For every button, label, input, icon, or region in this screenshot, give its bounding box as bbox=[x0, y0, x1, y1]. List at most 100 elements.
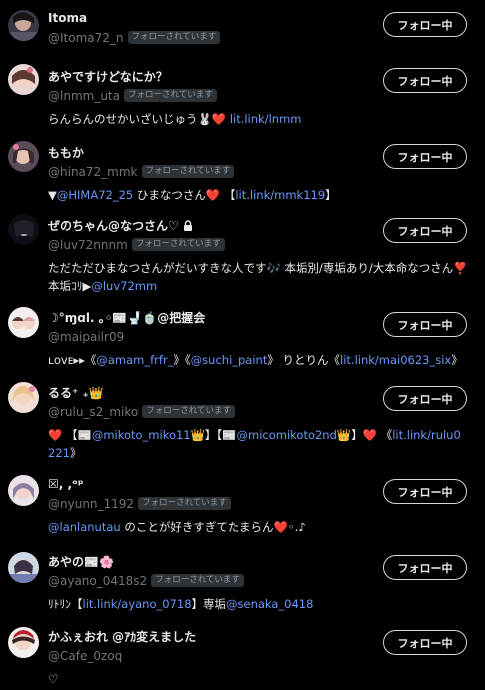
bio-link[interactable]: @mikoto_miko11 bbox=[92, 428, 191, 442]
user-name[interactable]: ☒, ,ᵒᵖ bbox=[48, 477, 84, 491]
user-handle: @nyunn_1192 bbox=[48, 496, 135, 511]
user-bio: ▼@HIMA72_25 ひまなつさん❤️ 【lit.link/mmk119】 bbox=[48, 186, 468, 204]
emoji-icon: ❣️ bbox=[453, 261, 468, 275]
bio-text: 】専垢 bbox=[191, 597, 227, 611]
bio-text: ひまなつさん bbox=[133, 188, 206, 202]
bio-link[interactable]: @senaka_0418 bbox=[226, 597, 313, 611]
bio-link[interactable]: @lanlanutau bbox=[48, 520, 121, 534]
following-button[interactable]: フォロー中 bbox=[383, 12, 467, 37]
user-handle: @luv72nnnm bbox=[48, 237, 128, 252]
bio-link[interactable]: lit.link/lnmm bbox=[230, 112, 302, 126]
user-cell[interactable]: ぜのちゃん@なつさん♡ @luv72nnnm フォローされています ただただひまな… bbox=[0, 207, 485, 299]
following-button[interactable]: フォロー中 bbox=[383, 144, 467, 169]
bio-text: 》 りとりん《 bbox=[267, 353, 341, 367]
user-cell[interactable]: あやの📰🌸 @ayano_0418s2 フォローされています ﾘﾄﾘﾝ【lit.l… bbox=[0, 543, 485, 618]
emoji-icon: ❤️ bbox=[273, 520, 288, 534]
avatar[interactable] bbox=[8, 475, 39, 506]
user-bio: ﾘﾄﾘﾝ【lit.link/ayano_0718】専垢@senaka_0418 bbox=[48, 595, 468, 613]
avatar[interactable] bbox=[8, 10, 39, 41]
bio-text: のことが好きすぎてたまらん bbox=[120, 520, 274, 534]
follows-you-badge: フォローされています bbox=[138, 497, 231, 510]
emoji-icon: ❤️ bbox=[205, 188, 221, 202]
avatar[interactable] bbox=[8, 307, 39, 338]
bio-text: 【📰 bbox=[62, 428, 92, 442]
bio-text: 本垢ｺﾘ▶ bbox=[48, 279, 92, 293]
user-name[interactable]: かふぇおれ @ｱｶ変えました bbox=[48, 628, 196, 645]
bio-text: 👑】 bbox=[336, 428, 363, 442]
follows-you-badge: フォローされています bbox=[131, 238, 225, 251]
user-handle: @Cafe_0zoq bbox=[48, 648, 123, 663]
bio-link[interactable]: @HIMA72_25 bbox=[57, 188, 133, 202]
following-button[interactable]: フォロー中 bbox=[383, 555, 467, 580]
bio-link[interactable]: @amam_frfr_ bbox=[96, 353, 173, 367]
bio-text: 本垢別/専垢あり/大本命なつさん bbox=[280, 261, 454, 275]
bio-text: 【 bbox=[220, 188, 236, 202]
follows-you-badge: フォローされています bbox=[127, 31, 221, 44]
user-name[interactable]: あやの📰🌸 bbox=[48, 553, 114, 570]
follows-you-badge: フォローされています bbox=[123, 89, 217, 102]
user-bio: @lanlanutau のことが好きすぎてたまらん❤️◦.♪ bbox=[48, 518, 468, 536]
avatar[interactable] bbox=[8, 64, 39, 95]
bio-text: ♡ bbox=[48, 672, 59, 686]
bio-text: 《 bbox=[377, 428, 393, 442]
bio-text: 👑】【📰 bbox=[190, 428, 237, 442]
avatar[interactable] bbox=[8, 627, 39, 658]
lock-icon bbox=[183, 219, 193, 232]
bio-text: 》 bbox=[451, 353, 463, 367]
bio-text: 》《 bbox=[173, 353, 191, 367]
avatar[interactable] bbox=[8, 141, 39, 172]
emoji-icon: ❤️ bbox=[362, 428, 378, 442]
user-handle: @rulu_s2_miko bbox=[48, 404, 139, 419]
user-name[interactable]: ぜのちゃん@なつさん♡ bbox=[48, 217, 179, 234]
user-cell[interactable]: Itoma @Itoma72_n フォローされています フォロー中 bbox=[0, 0, 485, 55]
bio-link[interactable]: @suchi_paint bbox=[191, 353, 268, 367]
emoji-icon: 🎶 bbox=[266, 261, 281, 275]
user-name[interactable]: ☽°ɱɑl. ｡◦📰🚽🍵@把握会 bbox=[48, 309, 205, 326]
bio-link[interactable]: lit.link/ayano_0718 bbox=[83, 597, 192, 611]
user-bio: ♡ bbox=[48, 670, 468, 688]
following-button[interactable]: フォロー中 bbox=[383, 218, 467, 243]
emoji-icon: ❤️ bbox=[211, 112, 227, 126]
bio-text: ʟᴏᴠᴇ▸▸《 bbox=[48, 353, 97, 367]
user-bio: らんらんのせかいざいじゅう🐰❤️ lit.link/lnmm bbox=[48, 110, 468, 128]
following-list: Itoma @Itoma72_n フォローされています フォロー中 あやですけどな… bbox=[0, 0, 485, 690]
emoji-icon: 🐰 bbox=[197, 112, 212, 126]
bio-text: らんらんのせかいざいじゅう bbox=[48, 112, 198, 126]
user-cell[interactable]: あやですけどなにか？ @lnmm_uta フォローされています らんらんのせかいざ… bbox=[0, 58, 485, 134]
bio-text: ▼ bbox=[48, 188, 57, 202]
user-handle: @Itoma72_n bbox=[48, 30, 124, 45]
emoji-icon: ❤️ bbox=[48, 428, 63, 442]
bio-link[interactable]: lit.link/mai0623_six bbox=[340, 353, 451, 367]
follows-you-badge: フォローされています bbox=[142, 405, 236, 418]
bio-text: ﾘﾄﾘﾝ【 bbox=[48, 597, 83, 611]
user-cell[interactable]: ももか @hina72_mmk フォローされています ▼@HIMA72_25 ひま… bbox=[0, 134, 485, 207]
following-button[interactable]: フォロー中 bbox=[383, 312, 467, 337]
avatar[interactable] bbox=[8, 552, 39, 583]
user-handle: @maipailr09 bbox=[48, 329, 125, 344]
user-handle: @hina72_mmk bbox=[48, 164, 138, 179]
bio-link[interactable]: lit.link/mmk119 bbox=[235, 188, 325, 202]
following-button[interactable]: フォロー中 bbox=[383, 479, 467, 504]
user-cell[interactable]: るる⁺ ₊👑 @rulu_s2_miko フォローされています ❤️ 【📰@mik… bbox=[0, 374, 485, 466]
user-cell[interactable]: ☒, ,ᵒᵖ @nyunn_1192 フォローされています @lanlanutau… bbox=[0, 466, 485, 543]
user-bio: ❤️ 【📰@mikoto_miko11👑】【📰@micomikoto2nd👑】❤… bbox=[48, 426, 468, 462]
avatar[interactable] bbox=[8, 214, 39, 245]
bio-link[interactable]: @micomikoto2nd bbox=[237, 428, 337, 442]
following-button[interactable]: フォロー中 bbox=[383, 68, 467, 93]
follows-you-badge: フォローされています bbox=[151, 574, 244, 587]
user-name[interactable]: ももか bbox=[48, 144, 84, 161]
user-name[interactable]: Itoma bbox=[48, 11, 87, 25]
following-button[interactable]: フォロー中 bbox=[383, 386, 467, 411]
user-name[interactable]: あやですけどなにか？ bbox=[48, 68, 168, 85]
user-cell[interactable]: かふぇおれ @ｱｶ変えました @Cafe_0zoq ♡ フォロー中 bbox=[0, 618, 485, 690]
user-bio: ʟᴏᴠᴇ▸▸《@amam_frfr_》《@suchi_paint》 りとりん《l… bbox=[48, 351, 468, 369]
user-name[interactable]: るる⁺ ₊👑 bbox=[48, 384, 104, 401]
avatar[interactable] bbox=[8, 382, 39, 413]
following-button[interactable]: フォロー中 bbox=[383, 630, 467, 655]
bio-text: ◦.♪ bbox=[287, 520, 306, 534]
user-cell[interactable]: ☽°ɱɑl. ｡◦📰🚽🍵@把握会 @maipailr09 ʟᴏᴠᴇ▸▸《@ama… bbox=[0, 299, 485, 374]
user-handle: @ayano_0418s2 bbox=[48, 573, 148, 588]
user-handle: @lnmm_uta bbox=[48, 88, 120, 103]
bio-link[interactable]: @luv72mm bbox=[91, 279, 157, 293]
bio-text: 】 bbox=[325, 188, 337, 202]
